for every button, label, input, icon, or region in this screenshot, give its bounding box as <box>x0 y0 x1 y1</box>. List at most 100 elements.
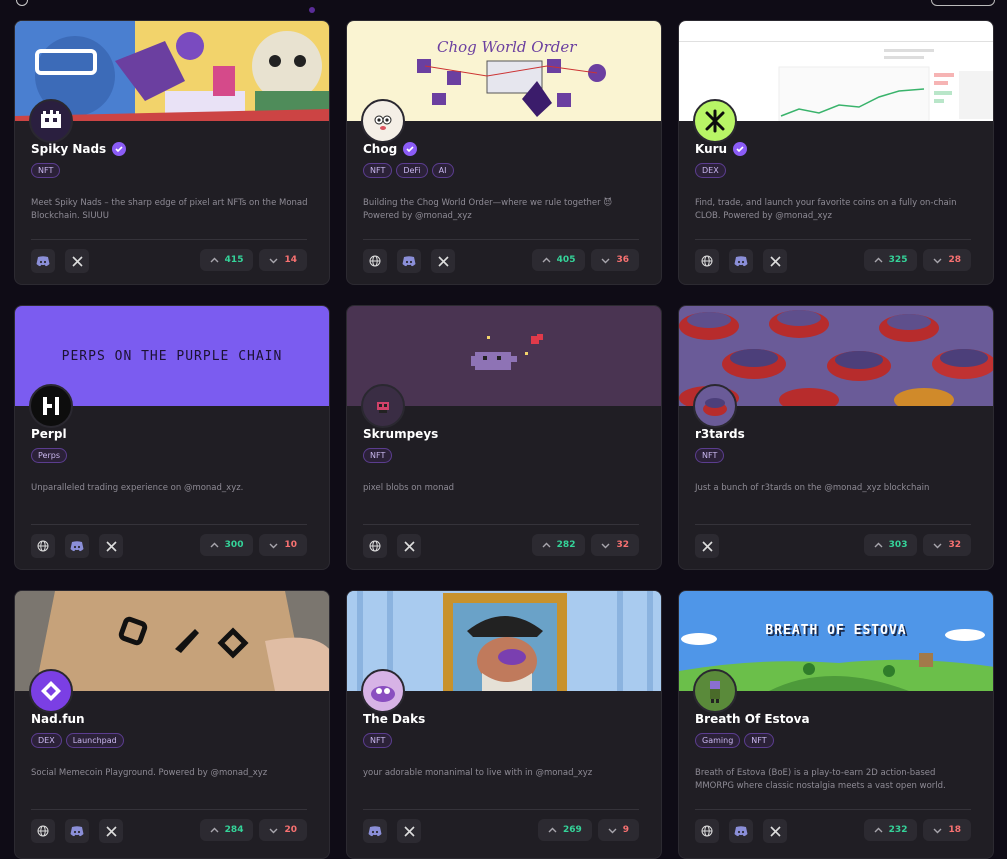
project-card[interactable]: Spiky Nads NFT Meet Spiky Nads – the sha… <box>14 20 330 285</box>
project-title[interactable]: Kuru <box>695 142 748 156</box>
x-icon[interactable] <box>431 249 455 273</box>
globe-icon[interactable] <box>695 249 719 273</box>
tag[interactable]: NFT <box>31 163 61 178</box>
x-icon[interactable] <box>695 534 719 558</box>
x-icon[interactable] <box>99 819 123 843</box>
tag[interactable]: DEX <box>31 733 62 748</box>
discord-icon[interactable] <box>729 249 753 273</box>
project-name: The Daks <box>363 712 426 726</box>
tag[interactable]: NFT <box>363 733 393 748</box>
chevron-down-icon <box>601 543 610 548</box>
discord-icon[interactable] <box>729 819 753 843</box>
upvote-count: 300 <box>224 540 244 550</box>
project-title[interactable]: Breath Of Estova <box>695 712 810 726</box>
downvote-button[interactable]: 36 <box>591 249 639 271</box>
project-description: Meet Spiky Nads – the sharp edge of pixe… <box>31 198 308 221</box>
chevron-up-icon <box>542 257 551 262</box>
upvote-button[interactable]: 284 <box>199 819 254 841</box>
social-links <box>695 534 719 558</box>
downvote-button[interactable]: 14 <box>259 249 307 271</box>
tag[interactable]: Launchpad <box>65 733 124 748</box>
tag[interactable]: NFT <box>363 448 393 463</box>
chevron-up-icon <box>210 257 219 262</box>
x-icon[interactable] <box>397 534 421 558</box>
project-title[interactable]: The Daks <box>363 712 425 726</box>
globe-icon[interactable] <box>31 534 55 558</box>
x-icon[interactable] <box>99 534 123 558</box>
x-icon[interactable] <box>763 249 787 273</box>
project-title[interactable]: Spiky Nads <box>31 142 127 156</box>
project-title[interactable]: r3tards <box>695 427 745 441</box>
project-card[interactable]: r3tards NFT Just a bunch of r3tards on t… <box>678 305 994 570</box>
upvote-button[interactable]: 300 <box>199 534 254 556</box>
banner-text: PERPS ON THE PURPLE CHAIN <box>61 348 283 364</box>
downvote-button[interactable]: 32 <box>591 534 639 556</box>
upvote-button[interactable]: 325 <box>863 249 918 271</box>
vote-controls: 303 32 <box>863 534 971 556</box>
chevron-down-icon <box>933 543 942 548</box>
downvote-count: 28 <box>948 255 961 265</box>
logo-icon[interactable] <box>16 0 28 6</box>
verified-badge-icon <box>403 142 418 156</box>
project-card[interactable]: Chog World Order Chog NFT DeFi AI Buildi… <box>346 20 662 285</box>
globe-icon[interactable] <box>363 534 387 558</box>
tag[interactable]: NFT <box>744 733 774 748</box>
upvote-button[interactable]: 415 <box>199 249 254 271</box>
x-icon[interactable] <box>397 819 421 843</box>
downvote-count: 32 <box>616 540 629 550</box>
downvote-button[interactable]: 9 <box>597 819 639 841</box>
tag[interactable]: AI <box>431 163 454 178</box>
project-title[interactable]: Skrumpeys <box>363 427 438 441</box>
project-title[interactable]: Nad.fun <box>31 712 85 726</box>
chevron-down-icon <box>933 828 942 833</box>
discord-icon[interactable] <box>397 249 421 273</box>
globe-icon[interactable] <box>31 819 55 843</box>
globe-icon[interactable] <box>363 249 387 273</box>
x-icon[interactable] <box>763 819 787 843</box>
project-card[interactable]: The Daks NFT your adorable monanimal to … <box>346 590 662 859</box>
downvote-button[interactable]: 28 <box>923 249 971 271</box>
discord-icon[interactable] <box>31 249 55 273</box>
discord-icon[interactable] <box>65 534 89 558</box>
discord-icon[interactable] <box>65 819 89 843</box>
tag[interactable]: Perps <box>31 448 67 463</box>
upvote-button[interactable]: 232 <box>863 819 918 841</box>
project-avatar <box>361 384 405 428</box>
decorative-dot <box>309 7 315 13</box>
tag[interactable]: NFT <box>695 448 725 463</box>
tag[interactable]: NFT <box>363 163 393 178</box>
upvote-button[interactable]: 282 <box>531 534 586 556</box>
tag[interactable]: DeFi <box>396 163 428 178</box>
project-title[interactable]: Chog <box>363 142 418 156</box>
upvote-button[interactable]: 405 <box>531 249 586 271</box>
upvote-button[interactable]: 303 <box>863 534 918 556</box>
downvote-button[interactable]: 10 <box>259 534 307 556</box>
top-bar <box>0 0 1007 8</box>
upvote-button[interactable]: 269 <box>537 819 592 841</box>
divider <box>363 239 639 240</box>
tag[interactable]: Gaming <box>695 733 741 748</box>
downvote-button[interactable]: 32 <box>923 534 971 556</box>
downvote-button[interactable]: 18 <box>923 819 971 841</box>
project-description: Unparalleled trading experience on @mona… <box>31 483 244 493</box>
chevron-down-icon <box>269 258 278 263</box>
project-name: Kuru <box>695 142 728 156</box>
project-card[interactable]: Nad.fun DEX Launchpad Social Memecoin Pl… <box>14 590 330 859</box>
chevron-down-icon <box>269 828 278 833</box>
project-title[interactable]: Perpl <box>31 427 67 441</box>
downvote-button[interactable]: 20 <box>259 819 307 841</box>
project-card[interactable]: PERPS ON THE PURPLE CHAIN Perpl Perps Un… <box>14 305 330 570</box>
upvote-count: 269 <box>562 825 582 835</box>
tag-list: NFT <box>363 448 393 463</box>
project-description: pixel blobs on monad <box>363 483 455 493</box>
project-card[interactable]: Kuru DEX Find, trade, and launch your fa… <box>678 20 994 285</box>
globe-icon[interactable] <box>695 819 719 843</box>
project-card[interactable]: BREATH OF ESTOVA Breath Of Estova Gaming… <box>678 590 994 859</box>
top-right-button[interactable] <box>931 0 995 6</box>
tag-list: NFT <box>363 733 393 748</box>
tag[interactable]: DEX <box>695 163 726 178</box>
x-icon[interactable] <box>65 249 89 273</box>
discord-icon[interactable] <box>363 819 387 843</box>
project-card[interactable]: Skrumpeys NFT pixel blobs on monad 282 3… <box>346 305 662 570</box>
banner-text: Chog World Order <box>437 38 577 56</box>
